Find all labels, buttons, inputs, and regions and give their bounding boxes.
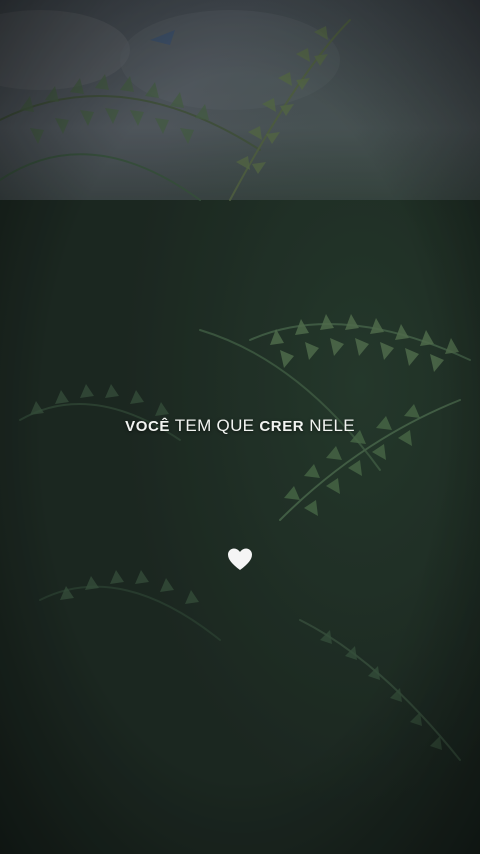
caption-text: VOCÊ TEM QUE CRER NELE bbox=[0, 416, 480, 436]
caption-word-crer: CRER bbox=[259, 418, 305, 435]
caption-word-nele: NELE bbox=[304, 416, 355, 435]
caption-words-tem-que: TEM QUE bbox=[170, 416, 260, 435]
white-heart-icon bbox=[228, 548, 252, 570]
caption-word-voce: VOCÊ bbox=[125, 418, 171, 435]
story-screen: VOCÊ TEM QUE CRER NELE bbox=[0, 0, 480, 854]
